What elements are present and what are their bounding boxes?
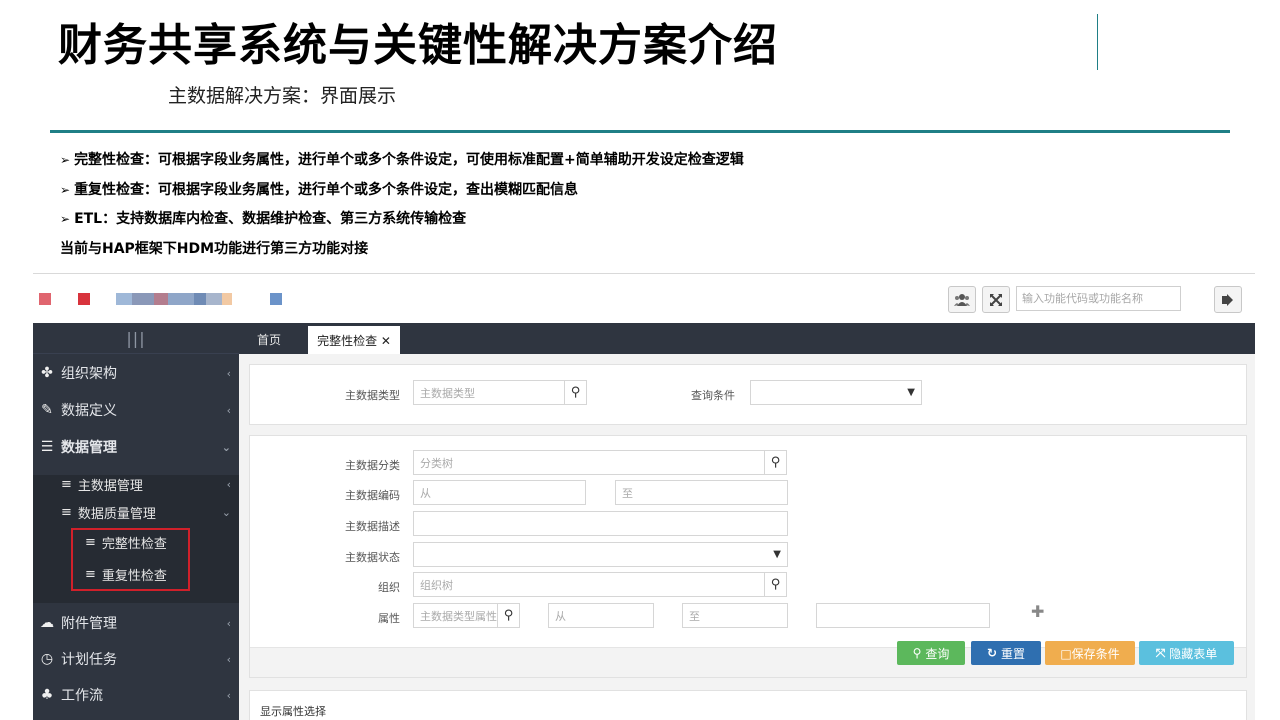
display-attr-panel: 显示属性选择 bbox=[249, 690, 1247, 720]
arrow-bullet-icon: ➢ bbox=[60, 212, 71, 226]
bullet-note: 当前与HAP框架下HDM功能进行第三方功能对接 bbox=[60, 240, 369, 257]
bullet-item: ➢ ETL：支持数据库内检查、数据维护检查、第三方系统传输检查 bbox=[60, 211, 467, 227]
caret-down-icon: ▼ bbox=[773, 549, 781, 560]
sidebar-item-workflow[interactable]: ♣ 工作流 ‹ bbox=[33, 679, 239, 711]
hide-form-button[interactable]: ⤧ 隐藏表单 bbox=[1139, 641, 1234, 665]
main-content: 主数据类型 主数据类型 ⚲ 查询条件 ▼ 主数据分类 分类树 ⚲ 主数据编码 从… bbox=[239, 354, 1255, 720]
list-icon: ≡ bbox=[61, 504, 72, 520]
chevron-left-icon: ‹ bbox=[226, 616, 231, 630]
pencil-icon: ✎ bbox=[41, 402, 53, 418]
database-icon: ☰ bbox=[40, 439, 54, 455]
query-button[interactable]: ⚲ 查询 bbox=[897, 641, 965, 665]
arrow-bullet-icon: ➢ bbox=[60, 182, 71, 197]
org-label: 组织 bbox=[378, 581, 400, 594]
desc-label: 主数据描述 bbox=[345, 520, 400, 533]
attr-label: 属性 bbox=[378, 612, 400, 625]
sidebar-subitem-master[interactable]: ≡ 主数据管理 ‹ bbox=[61, 471, 239, 497]
code-label: 主数据编码 bbox=[345, 489, 400, 502]
caret-down-icon: ▼ bbox=[907, 387, 915, 398]
tab-home[interactable]: 首页 bbox=[257, 331, 281, 348]
org-input[interactable]: 组织树 bbox=[413, 572, 765, 597]
category-label: 主数据分类 bbox=[345, 459, 400, 472]
chevron-left-icon: ‹ bbox=[226, 403, 231, 417]
fullscreen-icon[interactable] bbox=[982, 286, 1010, 313]
code-to-input[interactable]: 至 bbox=[615, 480, 788, 505]
highlight-box bbox=[71, 528, 190, 591]
category-input[interactable]: 分类树 bbox=[413, 450, 765, 475]
bullet-list: ➢ 完整性检查：可根据字段业务属性，进行单个或多个条件设定，可使用标准配置+简单辅… bbox=[60, 146, 744, 264]
sidebar: ||| ✤ 组织架构 ‹ ✎ 数据定义 ‹ ☰ 数据管理 ⌄ ≡ 主数据管理 ‹… bbox=[33, 323, 239, 720]
app-topbar bbox=[33, 274, 1255, 323]
status-select[interactable]: ▼ bbox=[413, 542, 788, 567]
clock-icon: ◷ bbox=[40, 651, 54, 667]
arrow-bullet-icon: ➢ bbox=[60, 153, 71, 167]
tab-bar: 首页 完整性检查 ✕ bbox=[239, 323, 1255, 354]
header-rule bbox=[50, 130, 1230, 133]
chevron-left-icon: ‹ bbox=[226, 366, 231, 380]
sidebar-item-org[interactable]: ✤ 组织架构 ‹ bbox=[33, 357, 239, 389]
chevron-left-icon: ‹ bbox=[226, 477, 231, 491]
search-icon[interactable]: ⚲ bbox=[565, 380, 587, 405]
attr-input[interactable]: 主数据类型属性 bbox=[413, 603, 498, 628]
list-icon: ≡ bbox=[61, 476, 72, 492]
status-label: 主数据状态 bbox=[345, 551, 400, 564]
cloud-upload-icon: ☁ bbox=[40, 615, 54, 631]
slide-subtitle: 主数据解决方案：界面展示 bbox=[168, 85, 397, 107]
slide-title: 财务共享系统与关键性解决方案介绍 bbox=[58, 20, 778, 71]
cubes-icon: ✤ bbox=[41, 365, 53, 381]
sidebar-item-data-mgmt[interactable]: ☰ 数据管理 ⌄ bbox=[33, 431, 239, 463]
save-condition-button[interactable]: □保存条件 bbox=[1045, 641, 1135, 665]
collapse-icon: ⤧ bbox=[1155, 645, 1166, 660]
attr-value-input[interactable] bbox=[816, 603, 990, 628]
refresh-icon: ↻ bbox=[986, 646, 998, 660]
sidebar-item-data-def[interactable]: ✎ 数据定义 ‹ bbox=[33, 394, 239, 426]
search-icon[interactable]: ⚲ bbox=[765, 572, 787, 597]
attr-to-input[interactable]: 至 bbox=[682, 603, 788, 628]
sidebar-subitem-quality[interactable]: ≡ 数据质量管理 ⌄ bbox=[61, 499, 239, 525]
bullet-item: ➢ 重复性检查：可根据字段业务属性，进行单个或多个条件设定，查出模糊匹配信息 bbox=[60, 181, 579, 198]
sidebar-toggle[interactable]: ||| bbox=[33, 323, 239, 354]
app-screenshot: ||| ✤ 组织架构 ‹ ✎ 数据定义 ‹ ☰ 数据管理 ⌄ ≡ 主数据管理 ‹… bbox=[33, 273, 1255, 720]
sidebar-item-attachments[interactable]: ☁ 附件管理 ‹ bbox=[33, 607, 239, 639]
plus-icon[interactable]: ✚ bbox=[1031, 602, 1044, 621]
search-icon[interactable]: ⚲ bbox=[498, 603, 520, 628]
chevron-down-icon: ⌄ bbox=[221, 505, 231, 519]
chevron-left-icon: ‹ bbox=[226, 688, 231, 702]
users-icon[interactable] bbox=[948, 286, 976, 313]
search-icon: ⚲ bbox=[912, 646, 922, 660]
search-icon[interactable]: ⚲ bbox=[765, 450, 787, 475]
code-from-input[interactable]: 从 bbox=[413, 480, 586, 505]
bullet-item: ➢ 完整性检查：可根据字段业务属性，进行单个或多个条件设定，可使用标准配置+简单辅… bbox=[60, 152, 744, 168]
type-label: 主数据类型 bbox=[345, 389, 400, 402]
type-input[interactable]: 主数据类型 bbox=[413, 380, 565, 405]
display-attr-title: 显示属性选择 bbox=[260, 705, 326, 718]
function-search-input[interactable] bbox=[1016, 286, 1181, 311]
reset-button[interactable]: ↻ 重置 bbox=[971, 641, 1041, 665]
condition-select[interactable]: ▼ bbox=[750, 380, 922, 405]
condition-label: 查询条件 bbox=[691, 389, 735, 402]
title-divider bbox=[1097, 14, 1098, 70]
attr-from-input[interactable]: 从 bbox=[548, 603, 654, 628]
sidebar-item-schedule[interactable]: ◷ 计划任务 ‹ bbox=[33, 643, 239, 675]
chevron-down-icon: ⌄ bbox=[221, 440, 231, 454]
logout-icon[interactable] bbox=[1214, 286, 1242, 313]
tab-integrity-check[interactable]: 完整性检查 ✕ bbox=[308, 326, 400, 354]
sitemap-icon: ♣ bbox=[40, 687, 54, 703]
query-panel: 主数据类型 主数据类型 ⚲ 查询条件 ▼ bbox=[249, 364, 1247, 425]
chevron-left-icon: ‹ bbox=[226, 652, 231, 666]
desc-input[interactable] bbox=[413, 511, 788, 536]
